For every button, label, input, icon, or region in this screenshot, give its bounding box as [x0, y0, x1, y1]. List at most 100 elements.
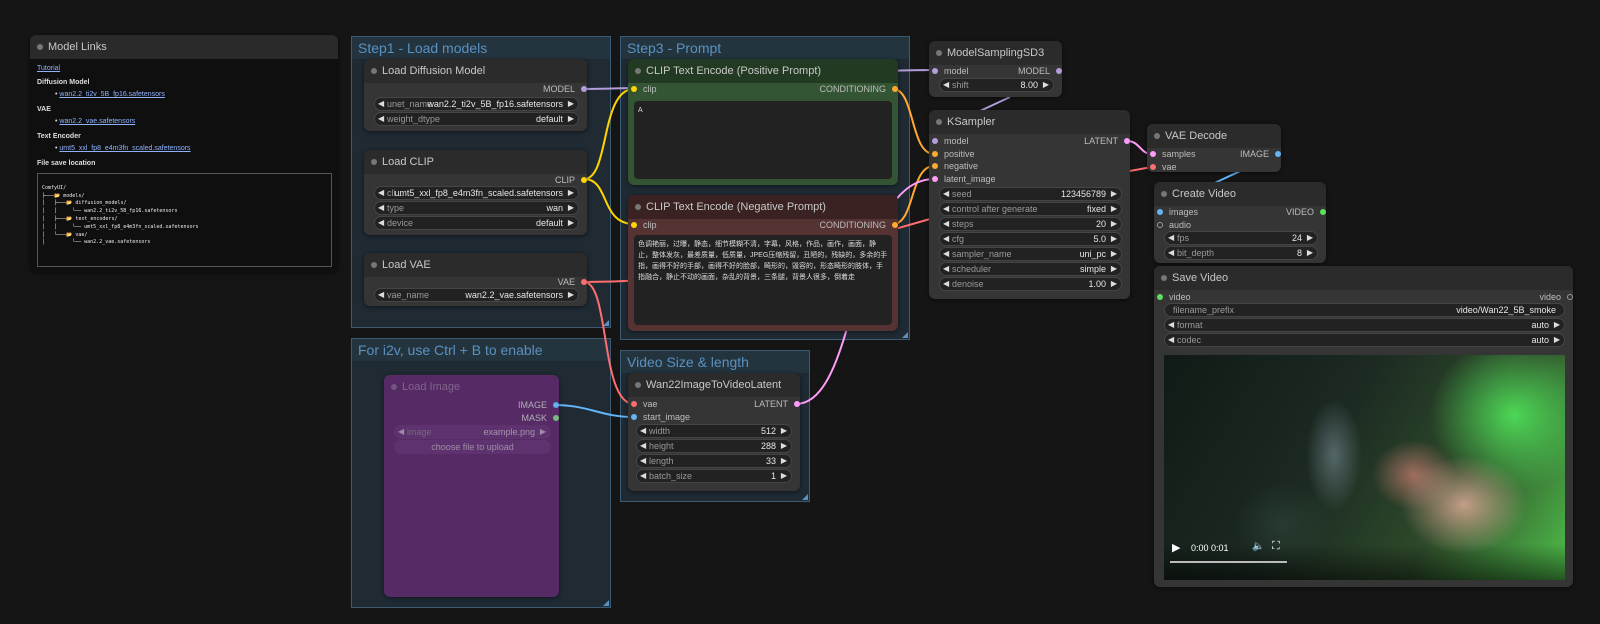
input-audio[interactable]: audio [1157, 219, 1191, 231]
increment-icon[interactable]: ▶ [568, 113, 574, 125]
collapse-dot[interactable] [635, 68, 641, 74]
bit-depth-number[interactable]: ◀ bit_depth 8 ▶ [1164, 246, 1318, 260]
decrement-icon[interactable]: ◀ [1168, 247, 1174, 259]
node-title[interactable]: Load VAE [364, 253, 587, 277]
model-pin[interactable] [1056, 68, 1062, 74]
video-pin[interactable] [1157, 294, 1163, 300]
output-latent[interactable]: LATENT [754, 398, 800, 410]
resize-handle[interactable] [802, 494, 808, 500]
node-title[interactable]: CLIP Text Encode (Positive Prompt) [628, 59, 898, 83]
vae-file-link[interactable]: wan2.2_vae.safetensors [59, 118, 135, 125]
model-pin[interactable] [932, 138, 938, 144]
weight-dtype-combo[interactable]: ◀ weight_dtype default ▶ [374, 112, 579, 126]
node-model-links[interactable]: Model Links Tutorial Diffusion Model • w… [30, 35, 338, 272]
collapse-dot[interactable] [371, 68, 377, 74]
collapse-dot[interactable] [635, 382, 641, 388]
collapse-dot[interactable] [1161, 191, 1167, 197]
node-ksampler[interactable]: KSampler model positive negative latent_… [929, 110, 1130, 299]
decrement-icon[interactable]: ◀ [943, 79, 949, 91]
node-load-image[interactable]: Load Image IMAGE MASK ◀ image example.png ▶… [384, 375, 559, 597]
input-start-image[interactable]: start_image [631, 411, 690, 423]
output-conditioning[interactable]: CONDITIONING [820, 83, 898, 95]
latent-pin[interactable] [932, 176, 938, 182]
output-model[interactable]: MODEL [1018, 65, 1062, 77]
collapse-dot[interactable] [936, 50, 942, 56]
resize-handle[interactable] [603, 600, 609, 606]
node-load-diffusion-model[interactable]: Load Diffusion Model MODEL ◀ unet_name wan… [364, 59, 587, 131]
vae-pin[interactable] [631, 401, 637, 407]
model-pin[interactable] [581, 86, 587, 92]
output-image[interactable]: IMAGE [1240, 148, 1281, 160]
input-vae[interactable]: vae [1150, 161, 1177, 173]
sampler-name-combo[interactable]: ◀ sampler_name uni_pc ▶ [939, 247, 1122, 261]
control-after-generate-combo[interactable]: ◀ control after generate fixed ▶ [939, 202, 1122, 216]
image-pin[interactable] [1157, 209, 1163, 215]
node-title[interactable]: Load Diffusion Model [364, 59, 587, 83]
node-negative-prompt[interactable]: CLIP Text Encode (Negative Prompt) clip … [628, 195, 898, 331]
decrement-icon[interactable]: ◀ [640, 440, 646, 452]
steps-number[interactable]: ◀ steps 20 ▶ [939, 217, 1122, 231]
image-pin[interactable] [631, 414, 637, 420]
decrement-icon[interactable]: ◀ [378, 98, 384, 110]
node-save-video[interactable]: Save Video video video filename_prefix vi… [1154, 266, 1573, 587]
increment-icon[interactable]: ▶ [1554, 334, 1560, 346]
node-model-sampling-sd3[interactable]: ModelSamplingSD3 model MODEL ◀ shift 8.00 ▶ [929, 41, 1062, 97]
input-vae[interactable]: vae [631, 398, 658, 410]
collapse-dot[interactable] [1161, 275, 1167, 281]
mask-pin[interactable] [553, 415, 559, 421]
increment-icon[interactable]: ▶ [568, 289, 574, 301]
node-positive-prompt[interactable]: CLIP Text Encode (Positive Prompt) clip … [628, 59, 898, 185]
input-model[interactable]: model [932, 65, 969, 77]
increment-icon[interactable]: ▶ [1111, 248, 1117, 260]
collapse-dot[interactable] [37, 44, 43, 50]
collapse-dot[interactable] [635, 204, 641, 210]
output-model[interactable]: MODEL [543, 83, 587, 95]
conditioning-pin[interactable] [932, 151, 938, 157]
resize-handle[interactable] [603, 320, 609, 326]
clip-type-combo[interactable]: ◀ type wan ▶ [374, 201, 579, 215]
video-pin[interactable] [1567, 294, 1573, 300]
audio-pin[interactable] [1157, 222, 1163, 228]
height-number[interactable]: ◀ height 288 ▶ [636, 439, 792, 453]
clip-device-combo[interactable]: ◀ device default ▶ [374, 216, 579, 230]
length-number[interactable]: ◀ length 33 ▶ [636, 454, 792, 468]
node-title[interactable]: Load CLIP [364, 150, 587, 174]
node-title[interactable]: VAE Decode [1147, 124, 1281, 148]
latent-pin[interactable] [1150, 151, 1156, 157]
fps-number[interactable]: ◀ fps 24 ▶ [1164, 231, 1318, 245]
increment-icon[interactable]: ▶ [568, 187, 574, 199]
denoise-number[interactable]: ◀ denoise 1.00 ▶ [939, 277, 1122, 291]
model-pin[interactable] [932, 68, 938, 74]
decrement-icon[interactable]: ◀ [640, 470, 646, 482]
increment-icon[interactable]: ▶ [1111, 218, 1117, 230]
play-icon[interactable]: ▶ [1172, 541, 1180, 554]
input-latent-image[interactable]: latent_image [932, 173, 996, 185]
decrement-icon[interactable]: ◀ [378, 202, 384, 214]
collapse-dot[interactable] [391, 384, 397, 390]
tutorial-link[interactable]: Tutorial [37, 65, 60, 72]
scheduler-combo[interactable]: ◀ scheduler simple ▶ [939, 262, 1122, 276]
video-progress-track[interactable] [1170, 561, 1287, 563]
node-title[interactable]: Model Links [30, 35, 338, 59]
format-combo[interactable]: ◀ format auto ▶ [1164, 318, 1565, 332]
output-video[interactable]: video [1539, 291, 1573, 303]
node-wan22-image-to-video-latent[interactable]: Wan22ImageToVideoLatent vae start_image … [628, 373, 800, 491]
input-clip[interactable]: clip [631, 219, 657, 231]
output-image[interactable]: IMAGE [518, 399, 559, 411]
output-video[interactable]: VIDEO [1286, 206, 1326, 218]
node-load-vae[interactable]: Load VAE VAE ◀ vae_name wan2.2_vae.safeten… [364, 253, 587, 306]
image-pin[interactable] [1275, 151, 1281, 157]
node-title[interactable]: Wan22ImageToVideoLatent [628, 373, 800, 397]
increment-icon[interactable]: ▶ [781, 440, 787, 452]
increment-icon[interactable]: ▶ [568, 202, 574, 214]
resize-handle[interactable] [902, 332, 908, 338]
input-negative[interactable]: negative [932, 160, 978, 172]
node-title[interactable]: CLIP Text Encode (Negative Prompt) [628, 195, 898, 219]
increment-icon[interactable]: ▶ [1111, 263, 1117, 275]
decrement-icon[interactable]: ◀ [943, 233, 949, 245]
vae-pin[interactable] [1150, 164, 1156, 170]
filename-prefix-text[interactable]: filename_prefix video/Wan22_5B_smoke [1164, 303, 1565, 317]
decrement-icon[interactable]: ◀ [378, 187, 384, 199]
decrement-icon[interactable]: ◀ [378, 113, 384, 125]
decrement-icon[interactable]: ◀ [943, 263, 949, 275]
